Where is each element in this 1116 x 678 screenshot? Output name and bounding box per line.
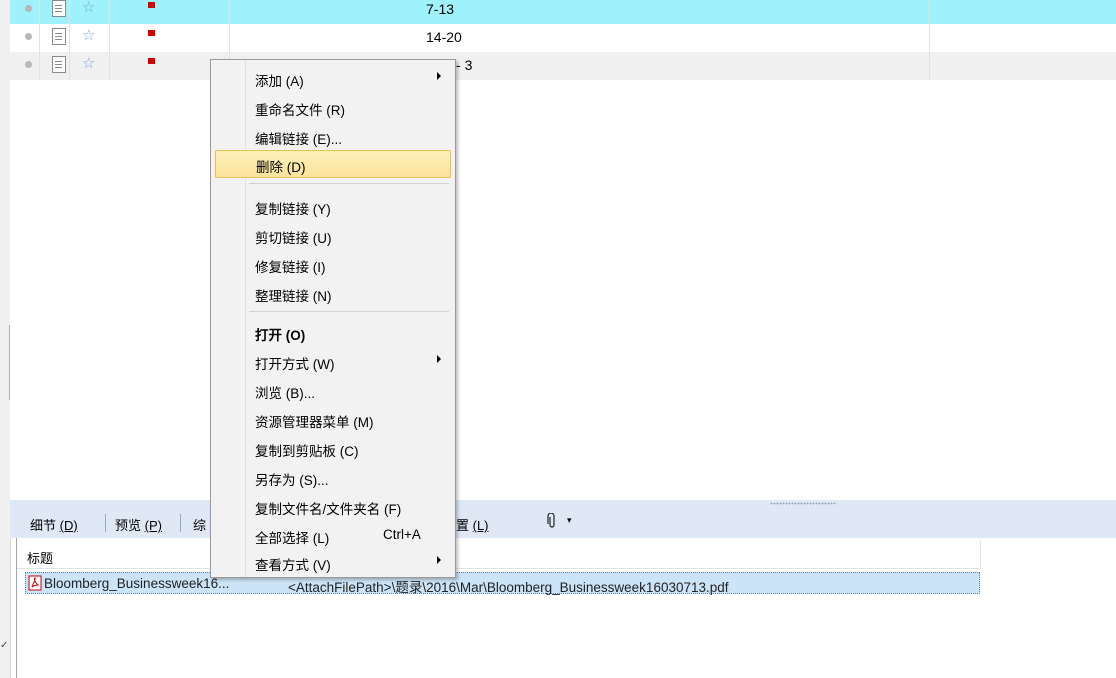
attachments-header[interactable]: 标题: [17, 540, 981, 569]
row-value: 14-20: [426, 29, 462, 45]
tab-separator: [180, 514, 181, 532]
menu-separator: [249, 311, 449, 312]
document-icon: [52, 28, 66, 45]
menu-item-copy-file-name[interactable]: 复制文件名/文件夹名 (F): [215, 494, 451, 518]
menu-item-organize-link[interactable]: 整理链接 (N): [215, 281, 451, 305]
attachments-panel: 标题 Bloomberg_Businessweek16... <AttachFi…: [16, 538, 1116, 678]
menu-item-copy-link[interactable]: 复制链接 (Y): [215, 194, 451, 218]
submenu-arrow-icon: [437, 556, 441, 564]
context-menu: 添加 (A) 重命名文件 (R) 编辑链接 (E)... 删除 (D) 复制链接…: [210, 59, 456, 578]
menu-item-explorer-menu[interactable]: 资源管理器菜单 (M): [215, 407, 451, 431]
menu-item-open[interactable]: 打开 (O): [215, 320, 451, 344]
submenu-arrow-icon: [437, 355, 441, 363]
status-dot-icon: [25, 5, 32, 12]
row-value: 7-13: [426, 1, 455, 17]
chevron-down-icon[interactable]: ▾: [567, 515, 572, 526]
menu-separator: [249, 183, 449, 184]
row-value: - 3: [456, 57, 473, 73]
list-row[interactable]: ☆ 14-20: [10, 24, 1116, 52]
flag-icon: [148, 58, 155, 64]
attachment-path: <AttachFilePath>\题录\2016\Mar\Bloomberg_B…: [288, 580, 729, 595]
list-row[interactable]: ☆ 7-13: [10, 0, 1116, 24]
menu-item-save-as[interactable]: 另存为 (S)...: [215, 465, 451, 489]
menu-item-delete[interactable]: 删除 (D): [215, 150, 451, 178]
panel-splitter[interactable]: [10, 500, 1116, 508]
pdf-icon: [28, 575, 42, 591]
tab-preview[interactable]: 预览 (P): [115, 515, 162, 534]
menu-item-repair-link[interactable]: 修复链接 (I): [215, 252, 451, 276]
reference-list: ☆ 7-13 ☆ 14-20 ☆ - 3: [10, 0, 1116, 500]
list-row[interactable]: ☆ - 3: [10, 52, 1116, 80]
paperclip-icon[interactable]: [547, 512, 557, 532]
star-icon[interactable]: ☆: [82, 54, 95, 72]
submenu-arrow-icon: [437, 72, 441, 80]
tab-location[interactable]: 置 (L): [456, 515, 489, 534]
document-icon: [52, 56, 66, 73]
menu-item-rename-file[interactable]: 重命名文件 (R): [215, 95, 451, 119]
tab-separator: [105, 514, 106, 532]
menu-item-copy-to-clipboard[interactable]: 复制到剪贴板 (C): [215, 436, 451, 460]
menu-item-select-all[interactable]: 全部选择 (L) Ctrl+A: [215, 523, 451, 547]
menu-item-open-with[interactable]: 打开方式 (W): [215, 349, 451, 373]
shortcut-label: Ctrl+A: [383, 527, 421, 542]
detail-tabs-bar: 细节 (D) 预览 (P) 综 置 (L) ▾: [10, 508, 1116, 538]
menu-item-browse[interactable]: 浏览 (B)...: [215, 378, 451, 402]
status-dot-icon: [25, 33, 32, 40]
menu-item-add[interactable]: 添加 (A): [215, 66, 451, 90]
attachment-row[interactable]: Bloomberg_Businessweek16... <AttachFileP…: [25, 572, 980, 595]
attachment-name: Bloomberg_Businessweek16...: [44, 576, 230, 591]
menu-item-edit-link[interactable]: 编辑链接 (E)...: [215, 124, 451, 148]
menu-item-view-mode[interactable]: 查看方式 (V): [215, 550, 451, 574]
document-icon: [52, 0, 66, 17]
menu-item-cut-link[interactable]: 剪切链接 (U): [215, 223, 451, 247]
flag-icon: [148, 2, 155, 8]
star-icon[interactable]: ☆: [82, 26, 95, 44]
tab-details[interactable]: 细节 (D): [30, 515, 78, 534]
column-title: 标题: [27, 551, 54, 566]
tab-summary[interactable]: 综: [193, 515, 206, 534]
gutter-arrow-icon: ✓: [0, 640, 9, 651]
status-dot-icon: [25, 61, 32, 68]
star-icon[interactable]: ☆: [82, 0, 95, 16]
flag-icon: [148, 30, 155, 36]
splitter-grip[interactable]: [770, 502, 836, 505]
